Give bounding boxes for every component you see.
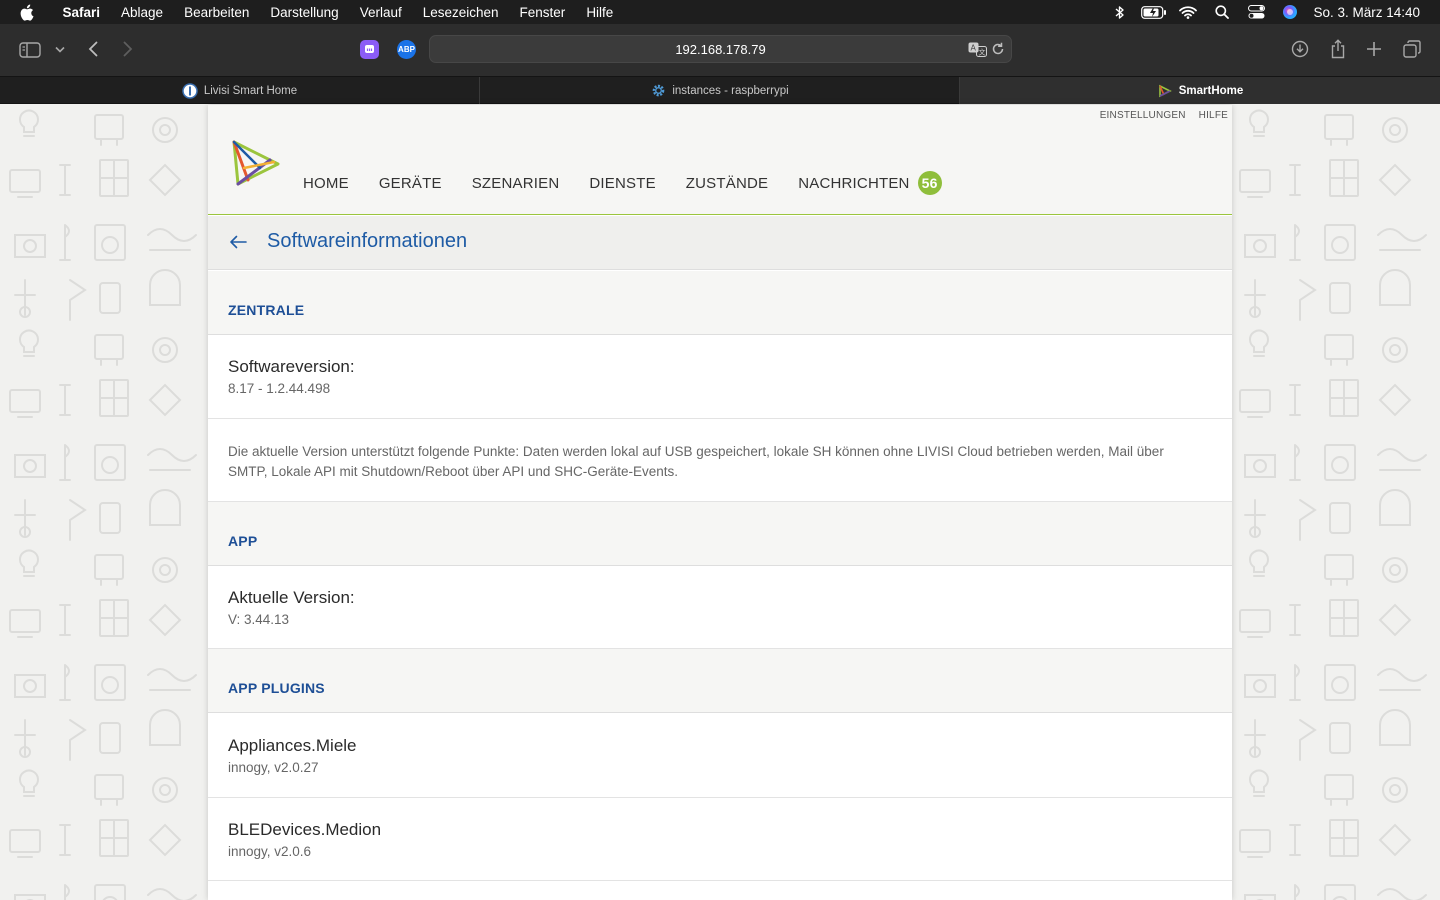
tab-overview-icon[interactable] — [1401, 39, 1423, 59]
url-text[interactable]: 192.168.178.79 — [430, 42, 1011, 57]
menu-fenster[interactable]: Fenster — [509, 5, 576, 20]
battery-icon[interactable] — [1137, 5, 1171, 19]
app-version-label: Aktuelle Version: — [228, 588, 355, 607]
nav-geraete[interactable]: GERÄTE — [379, 175, 442, 192]
section-title: ZENTRALE — [228, 302, 305, 318]
livisi-logo[interactable] — [230, 138, 280, 188]
bluetooth-icon[interactable] — [1103, 5, 1137, 20]
plugin-row-partial — [208, 881, 1232, 900]
section-heading-zentrale: ZENTRALE — [208, 271, 1232, 335]
section-title: APP PLUGINS — [228, 680, 325, 696]
software-version-row: Softwareversion: 8.17 - 1.2.44.498 — [208, 335, 1232, 419]
siri-icon[interactable] — [1273, 4, 1307, 20]
plugin-version: innogy, v2.0.6 — [228, 844, 312, 859]
translate-icon[interactable]: A文 — [968, 42, 987, 62]
smarthome-favicon-icon — [1157, 83, 1173, 99]
page-title-bar: Softwareinformationen — [208, 216, 1232, 270]
back-arrow-icon[interactable] — [228, 232, 248, 252]
tab-bar: Livisi Smart Home instances - raspberryp… — [0, 76, 1440, 104]
macos-menu-bar: Safari Ablage Bearbeiten Darstellung Ver… — [0, 0, 1440, 24]
menu-app-name[interactable]: Safari — [52, 5, 111, 20]
plugin-name: BLEDevices.Medion — [228, 820, 382, 839]
svg-text:文: 文 — [979, 48, 986, 57]
main-nav: HOME GERÄTE SZENARIEN DIENSTE ZUSTÄNDE N… — [303, 171, 972, 195]
nav-szenarien[interactable]: SZENARIEN — [472, 175, 560, 192]
app-version-row: Aktuelle Version: V: 3.44.13 — [208, 567, 1232, 649]
plugin-version: innogy, v2.0.27 — [228, 760, 319, 775]
new-tab-icon[interactable] — [1364, 39, 1384, 59]
safari-toolbar: ABP 192.168.178.79 A文 — [0, 24, 1440, 76]
nav-nachrichten-label: NACHRICHTEN — [798, 174, 910, 192]
tab-label: SmartHome — [1178, 84, 1244, 97]
spotlight-search-icon[interactable] — [1205, 5, 1239, 19]
help-link[interactable]: HILFE — [1199, 110, 1228, 121]
share-icon[interactable] — [1328, 38, 1348, 60]
back-icon[interactable] — [84, 39, 102, 59]
address-bar[interactable]: 192.168.178.79 A文 — [429, 35, 1012, 63]
plugin-name: Appliances.Miele — [228, 736, 357, 755]
wifi-icon[interactable] — [1171, 5, 1205, 19]
messages-count-badge: 56 — [917, 171, 942, 195]
tab-label: Livisi Smart Home — [203, 84, 298, 97]
tab-instances[interactable]: instances - raspberrypi — [480, 77, 960, 104]
top-links: EINSTELLUNGEN HILFE — [1100, 110, 1228, 121]
software-version-value: 8.17 - 1.2.44.498 — [228, 381, 331, 396]
version-description: Die aktuelle Version unterstützt folgend… — [208, 419, 1232, 502]
nav-zustaende[interactable]: ZUSTÄNDE — [686, 175, 768, 192]
tab-smarthome[interactable]: SmartHome — [960, 77, 1440, 104]
app-header: EINSTELLUNGEN HILFE HOME GERÄTE SZENARIE… — [208, 105, 1232, 215]
menu-bearbeiten[interactable]: Bearbeiten — [174, 5, 260, 20]
reload-icon[interactable] — [991, 42, 1005, 61]
main-content-card: EINSTELLUNGEN HILFE HOME GERÄTE SZENARIE… — [208, 105, 1232, 900]
menu-hilfe[interactable]: Hilfe — [576, 5, 624, 20]
nav-nachrichten[interactable]: NACHRICHTEN 56 — [798, 171, 942, 195]
page-title: Softwareinformationen — [267, 230, 468, 252]
plugin-row[interactable]: BLEDevices.Medion innogy, v2.0.6 — [208, 798, 1232, 881]
downloads-icon[interactable] — [1290, 39, 1310, 59]
menu-darstellung[interactable]: Darstellung — [260, 5, 349, 20]
adblock-plus-icon[interactable]: ABP — [397, 40, 416, 59]
mastodon-extension-icon[interactable] — [360, 40, 379, 59]
section-title: APP — [228, 533, 258, 549]
menu-ablage[interactable]: Ablage — [111, 5, 174, 20]
chevron-down-icon[interactable] — [53, 42, 67, 56]
nav-home[interactable]: HOME — [303, 175, 349, 192]
tab-label: instances - raspberrypi — [672, 84, 789, 97]
menu-verlauf[interactable]: Verlauf — [349, 5, 412, 20]
livisi-favicon-icon — [182, 82, 198, 99]
plugin-row[interactable]: Appliances.Miele innogy, v2.0.27 — [208, 714, 1232, 798]
menubar-clock[interactable]: So. 3. März 14:40 — [1307, 5, 1440, 20]
nav-dienste[interactable]: DIENSTE — [589, 175, 655, 192]
settings-link[interactable]: EINSTELLUNGEN — [1100, 110, 1186, 121]
gear-favicon-icon — [650, 83, 666, 99]
sidebar-toggle-icon[interactable] — [18, 40, 42, 60]
forward-icon[interactable] — [119, 39, 137, 59]
svg-text:A: A — [971, 44, 977, 53]
app-version-value: V: 3.44.13 — [228, 612, 290, 627]
control-center-icon[interactable] — [1239, 5, 1273, 19]
apple-menu-icon[interactable] — [0, 4, 52, 21]
tab-livisi[interactable]: Livisi Smart Home — [0, 77, 480, 104]
section-heading-app-plugins: APP PLUGINS — [208, 649, 1232, 713]
section-heading-app: APP — [208, 502, 1232, 566]
version-description-text: Die aktuelle Version unterstützt folgend… — [228, 444, 1164, 479]
software-version-label: Softwareversion: — [228, 357, 355, 376]
menu-lesezeichen[interactable]: Lesezeichen — [412, 5, 509, 20]
